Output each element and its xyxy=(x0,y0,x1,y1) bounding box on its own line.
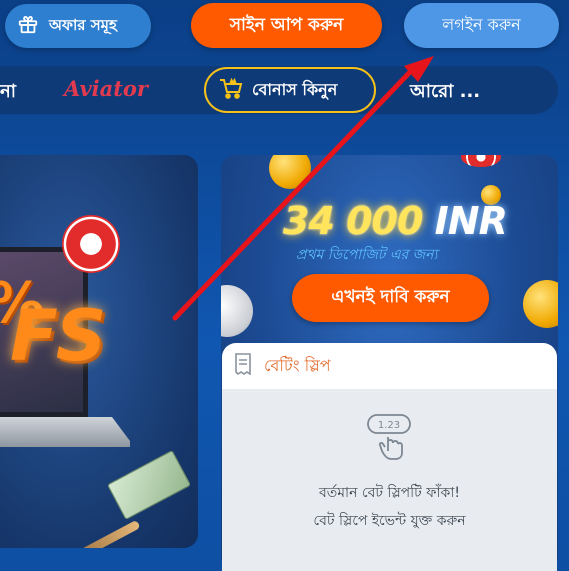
bonus-currency: INR xyxy=(434,199,508,243)
bonus-amount-value: 34 000 xyxy=(283,199,423,243)
bet-slip-empty-message: বর্তমান বেট স্লিপটি ফাঁকা! xyxy=(318,485,461,501)
promo-banner-free-spins[interactable]: % FS xyxy=(0,155,198,548)
gold-coin-icon xyxy=(269,155,311,189)
top-header: অফার সমূহ সাইন আপ করুন লগইন করুন xyxy=(0,0,569,62)
svg-text:1.23: 1.23 xyxy=(378,420,400,431)
cash-bill-icon xyxy=(106,449,192,521)
casino-chip-icon xyxy=(62,215,120,273)
soccer-ball-icon xyxy=(221,285,253,337)
bet-slip-empty-hint: বেট স্লিপে ইভেন্ট যুক্ত করুন xyxy=(313,513,466,529)
claim-now-button[interactable]: এখনই দাবি করুন xyxy=(292,274,489,322)
gift-icon xyxy=(17,13,39,39)
offers-button[interactable]: অফার সমূহ xyxy=(5,4,151,48)
bet-slip-empty-state: 1.23 বর্তমান বেট স্লিপটি ফাঁকা! বেট স্লি… xyxy=(222,389,557,571)
bonus-label: বোনাস কিনুন xyxy=(252,79,338,99)
nav-item-more[interactable]: আরো ... xyxy=(410,77,480,108)
bet-slip-title: বেটিং স্লিপ xyxy=(264,355,331,375)
offers-label: অফার সমূহ xyxy=(49,15,117,34)
nav-item-buy-bonus[interactable]: বোনাস কিনুন xyxy=(204,67,376,113)
login-button[interactable]: লগইন করুন xyxy=(404,3,559,48)
casino-chip-icon xyxy=(461,155,501,167)
nav-item-aviator[interactable]: Aviator xyxy=(64,76,148,101)
odds-tap-icon: 1.23 xyxy=(366,411,414,465)
bonus-subtitle: প্রথম ডিপোজিট এর জন্য xyxy=(296,247,438,263)
bet-slip-panel: বেটিং স্লিপ 1.23 বর্তমান বেট স্লিপটি ফাঁ… xyxy=(222,343,557,571)
receipt-icon xyxy=(234,353,252,379)
nav-item-truncated[interactable]: না xyxy=(0,77,16,108)
laptop-base-illustration xyxy=(0,417,130,447)
gold-coin-icon xyxy=(523,280,558,328)
cart-crown-icon xyxy=(218,76,244,104)
category-nav: না Aviator বোনাস কিনুন আরো ... xyxy=(0,66,558,114)
cricket-bat-icon xyxy=(39,519,141,548)
bet-slip-header[interactable]: বেটিং স্লিপ xyxy=(222,343,557,389)
bonus-amount: 34 000 INR xyxy=(283,199,508,243)
promo-fs-text: FS xyxy=(10,295,106,377)
signup-button[interactable]: সাইন আপ করুন xyxy=(191,3,382,48)
